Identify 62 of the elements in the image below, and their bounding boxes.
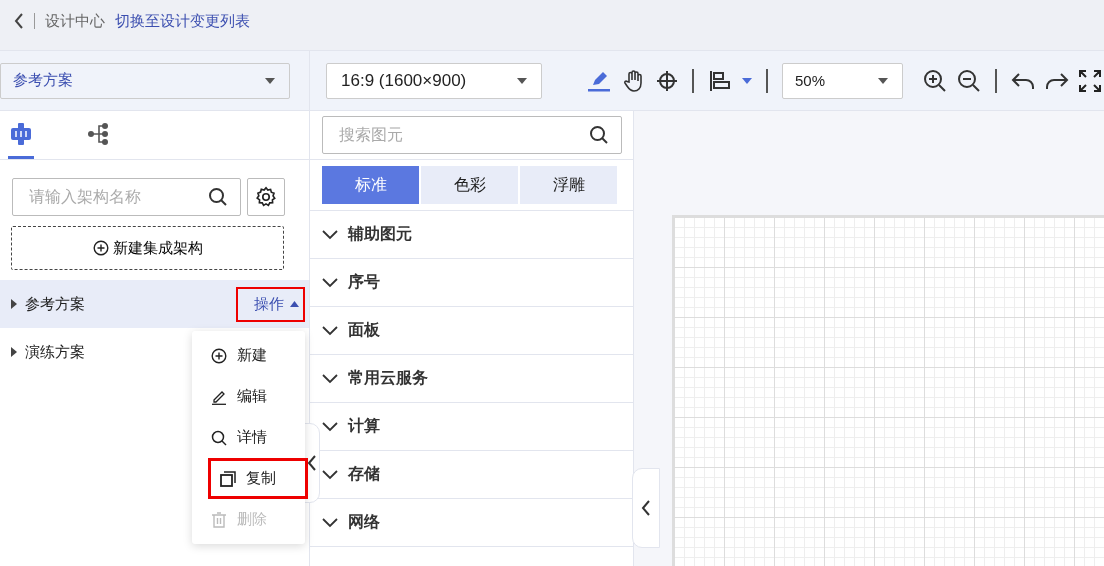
style-tab[interactable]: 浮雕 bbox=[520, 166, 617, 204]
menu-item[interactable]: 新建 bbox=[192, 335, 308, 376]
caret-icon bbox=[265, 77, 275, 84]
tree-icon bbox=[87, 121, 111, 146]
shape-category[interactable]: 常用云服务 bbox=[348, 368, 428, 389]
tree-item[interactable]: 参考方案 bbox=[25, 294, 85, 312]
shape-category[interactable]: 网络 bbox=[348, 512, 380, 533]
zoom-out-icon[interactable] bbox=[957, 68, 981, 93]
chevron-down-icon[interactable] bbox=[322, 421, 338, 432]
redo-icon[interactable] bbox=[1045, 70, 1069, 91]
switch-list-link[interactable]: 切换至设计变更列表 bbox=[115, 11, 250, 31]
shape-category[interactable]: 存储 bbox=[348, 464, 380, 485]
caret-icon bbox=[517, 77, 527, 84]
style-tab[interactable]: 色彩 bbox=[421, 166, 518, 204]
plus-circle-icon bbox=[92, 240, 109, 256]
style-tab[interactable]: 标准 bbox=[322, 166, 419, 204]
ratio-select[interactable]: 16:9 (1600×900) bbox=[326, 62, 542, 99]
chevron-down-icon[interactable] bbox=[322, 373, 338, 384]
new-architecture-button[interactable]: 新建集成架构 bbox=[11, 226, 284, 270]
search-input[interactable]: 请输入架构名称 bbox=[27, 187, 208, 207]
menu-item[interactable]: 详情 bbox=[192, 417, 308, 458]
trash-icon bbox=[211, 511, 227, 528]
chevron-down-icon[interactable] bbox=[322, 469, 338, 480]
search-icon bbox=[211, 429, 227, 446]
chevron-down-icon[interactable] bbox=[322, 517, 338, 528]
shape-category[interactable]: 计算 bbox=[348, 416, 380, 437]
menu-item[interactable]: 复制 bbox=[208, 458, 308, 499]
expand-arrow-icon[interactable] bbox=[11, 347, 17, 357]
chevron-down-icon[interactable] bbox=[322, 229, 338, 240]
caret-icon bbox=[878, 77, 888, 84]
expand-arrow-icon[interactable] bbox=[11, 299, 17, 309]
shape-search-field[interactable]: 搜索图元 bbox=[322, 116, 622, 154]
menu-item[interactable]: 编辑 bbox=[192, 376, 308, 417]
tree-item[interactable]: 演练方案 bbox=[25, 342, 85, 360]
breadcrumb-text[interactable]: 设计中心 bbox=[45, 11, 105, 31]
settings-icon bbox=[255, 186, 277, 208]
align-icon[interactable] bbox=[708, 68, 732, 93]
chevron-down-icon[interactable] bbox=[322, 325, 338, 336]
chevron-down-icon[interactable] bbox=[322, 277, 338, 288]
shape-category[interactable]: 面板 bbox=[348, 320, 380, 341]
plus-circle-icon bbox=[211, 347, 227, 364]
copy-icon bbox=[220, 470, 236, 487]
settings-button[interactable] bbox=[247, 178, 285, 216]
plan-select[interactable]: 参考方案 bbox=[0, 62, 290, 99]
actions-dropdown[interactable]: 操作 bbox=[236, 286, 305, 322]
fullscreen-icon[interactable] bbox=[1079, 69, 1101, 92]
chevron-left-icon bbox=[641, 500, 651, 516]
search-input[interactable]: 搜索图元 bbox=[337, 125, 589, 145]
shape-category[interactable]: 辅助图元 bbox=[348, 224, 412, 245]
zoom-select[interactable]: 50% bbox=[782, 62, 903, 99]
caret-icon bbox=[290, 301, 299, 307]
caret-icon[interactable] bbox=[742, 77, 752, 84]
undo-icon[interactable] bbox=[1011, 70, 1035, 91]
architecture-icon bbox=[9, 121, 33, 146]
shape-category[interactable]: 序号 bbox=[348, 272, 380, 293]
architecture-search-field[interactable]: 请输入架构名称 bbox=[12, 178, 241, 216]
search-icon bbox=[589, 125, 609, 145]
back-icon[interactable] bbox=[14, 13, 24, 29]
zoom-in-icon[interactable] bbox=[923, 68, 947, 93]
crosshair-icon[interactable] bbox=[656, 69, 678, 92]
search-icon bbox=[208, 187, 228, 207]
chevron-left-icon bbox=[307, 455, 317, 471]
